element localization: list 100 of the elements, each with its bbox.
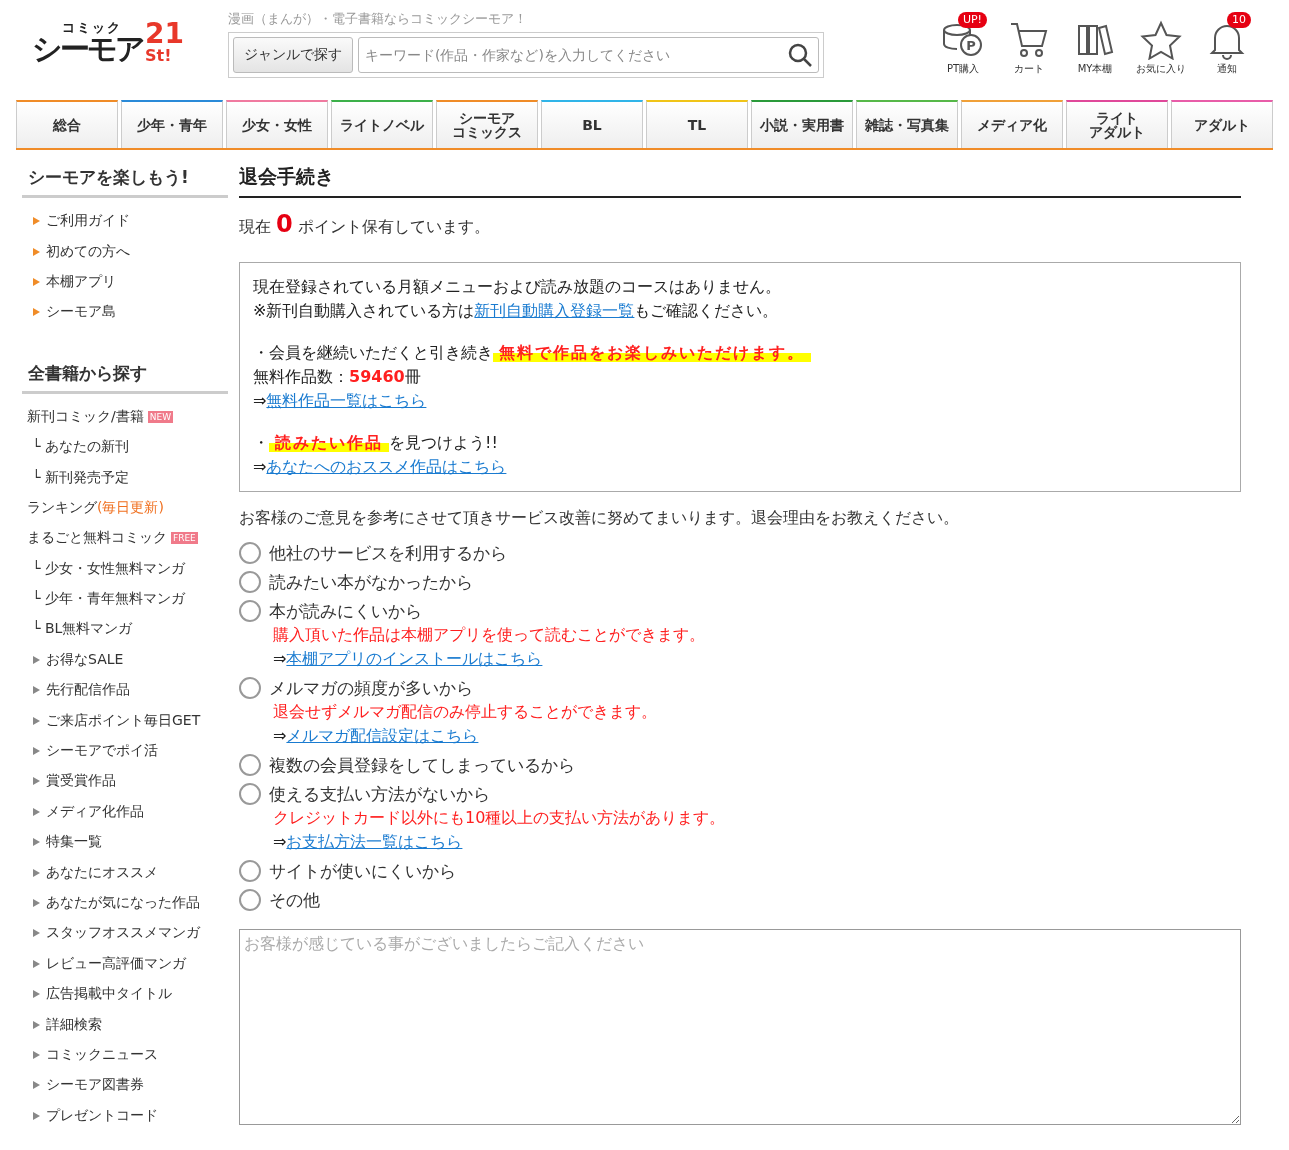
sidebar-link-text: 新刊コミック/書籍: [27, 407, 144, 426]
sidebar-link[interactable]: あなたが気になった作品: [22, 887, 228, 919]
radio-button[interactable]: [239, 542, 261, 564]
category-tab[interactable]: 少女・女性: [226, 100, 328, 148]
genre-button[interactable]: ジャンルで探す: [233, 37, 353, 73]
option-label: 本が読みにくいから: [269, 599, 422, 623]
radio-button[interactable]: [239, 860, 261, 882]
sidebar-link[interactable]: ランキング(毎日更新): [22, 492, 228, 524]
sidebar-heading: 全書籍から探す: [22, 361, 228, 394]
sidebar-link[interactable]: └ 少年・青年無料マンガ: [22, 583, 228, 615]
search-icon[interactable]: [787, 42, 813, 68]
radio-button[interactable]: [239, 754, 261, 776]
info-text: 現在登録されている月額メニューおよび読み放題のコースはありません。: [253, 276, 782, 298]
category-tab[interactable]: 小説・実用書: [751, 100, 853, 148]
sidebar-link[interactable]: スタッフオススメマンガ: [22, 918, 228, 949]
category-tab[interactable]: ライト アダルト: [1066, 100, 1168, 148]
reason-option[interactable]: メルマガの頻度が多いから: [239, 676, 1241, 700]
radio-button[interactable]: [239, 889, 261, 911]
option-label: 複数の会員登録をしてしまっているから: [269, 753, 575, 777]
triangle-icon: [32, 1111, 40, 1120]
radio-button[interactable]: [239, 600, 261, 622]
text-link[interactable]: あなたへのおススメ作品はこちら: [266, 457, 507, 476]
sidebar-link[interactable]: └ 少女・女性無料マンガ: [22, 553, 228, 584]
reason-option[interactable]: 複数の会員登録をしてしまっているから: [239, 753, 1241, 777]
triangle-icon: [32, 686, 40, 695]
info-text: ※新刊自動購入されている方は新刊自動購入登録一覧 もご確認ください。: [253, 300, 780, 322]
sidebar-link[interactable]: 詳細検索: [22, 1009, 228, 1040]
triangle-icon: [32, 716, 40, 725]
sidebar-link[interactable]: └ 新刊発売予定: [22, 462, 228, 493]
arrow-text: ⇒: [273, 832, 287, 851]
radio-button[interactable]: [239, 783, 261, 805]
radio-button[interactable]: [239, 677, 261, 699]
sidebar-link[interactable]: あなたにオススメ: [22, 857, 228, 888]
header-icon-link[interactable]: お気に入り: [1135, 12, 1187, 76]
prompt-text: お客様のご意見を参考にさせて頂きサービス改善に努めてまいります。退会理由をお教えください。: [239, 508, 960, 529]
text-link[interactable]: お支払方法一覧はこちら: [286, 832, 463, 851]
triangle-icon: [32, 777, 40, 786]
triangle-icon: [32, 990, 40, 999]
triangle-icon: [32, 868, 40, 877]
badge: NEW: [147, 410, 174, 423]
reason-option[interactable]: 読みたい本がなかったから: [239, 570, 1241, 594]
category-tab[interactable]: アダルト: [1171, 100, 1273, 148]
update-note: (毎日更新): [97, 498, 164, 517]
sidebar-link[interactable]: プレゼントコード: [22, 1100, 228, 1131]
tagline: 漫画（まんが）・電子書籍ならコミックシーモア！: [228, 10, 528, 28]
radio-button[interactable]: [239, 571, 261, 593]
sidebar-link[interactable]: レビュー高評価マンガ: [22, 948, 228, 979]
sidebar-link[interactable]: まるごと無料コミック FREE: [22, 523, 228, 554]
sidebar-link[interactable]: └ あなたの新刊: [22, 431, 228, 463]
header-icon-link[interactable]: MY本棚: [1069, 12, 1121, 76]
reason-option[interactable]: 使える支払い方法がないから: [239, 782, 1241, 806]
sidebar-link[interactable]: └ BL無料マンガ: [22, 614, 228, 645]
header-icon-link[interactable]: カート: [1003, 12, 1055, 76]
sidebar-link[interactable]: 賞受賞作品: [22, 766, 228, 797]
category-tab[interactable]: 雑誌・写真集: [856, 100, 958, 148]
text-link[interactable]: 新刊自動購入登録一覧: [474, 301, 635, 320]
option-label: サイトが使いにくいから: [269, 859, 456, 883]
header-icon-link[interactable]: 10 通知: [1201, 12, 1253, 76]
text-link[interactable]: メルマガ配信設定はこちら: [286, 726, 479, 745]
text-link[interactable]: 本棚アプリのインストールはこちら: [286, 649, 543, 668]
sidebar-link[interactable]: ご利用ガイド: [22, 206, 228, 237]
category-tab[interactable]: メディア化: [961, 100, 1063, 148]
triangle-icon: [32, 217, 40, 226]
reason-option[interactable]: 本が読みにくいから: [239, 599, 1241, 623]
sidebar-link[interactable]: 特集一覧: [22, 827, 228, 858]
sidebar-link[interactable]: 新刊コミック/書籍 NEW: [22, 401, 228, 432]
sidebar-link[interactable]: シーモア図書券: [22, 1070, 228, 1101]
reason-option[interactable]: 他社のサービスを利用するから: [239, 541, 1241, 565]
reason-option[interactable]: その他: [239, 888, 1241, 912]
category-tab[interactable]: 総合: [16, 100, 118, 148]
arrow-text: ⇒: [273, 726, 287, 745]
triangle-icon: [32, 247, 40, 256]
sidebar-link[interactable]: シーモア島: [22, 297, 228, 328]
search-field[interactable]: キーワード(作品・作家など)を入力してください: [358, 37, 819, 73]
category-tab[interactable]: ライトノベル: [331, 100, 433, 148]
triangle-icon: [32, 308, 40, 317]
sidebar-link[interactable]: 先行配信作品: [22, 675, 228, 706]
category-tab[interactable]: シーモア コミックス: [436, 100, 538, 148]
sidebar-link[interactable]: 初めての方へ: [22, 236, 228, 267]
sidebar-link[interactable]: ご来店ポイント毎日GET: [22, 705, 228, 736]
category-tab[interactable]: TL: [646, 100, 748, 148]
option-label: 使える支払い方法がないから: [269, 782, 490, 806]
triangle-icon: [32, 899, 40, 907]
sidebar-link[interactable]: 広告掲載中タイトル: [22, 979, 228, 1010]
sidebar-link-text: ランキング: [27, 498, 97, 517]
comment-field[interactable]: お客様が感じている事がございましたらご記入ください: [239, 929, 1241, 1125]
sidebar-link[interactable]: 本棚アプリ: [22, 266, 228, 298]
badge: FREE: [171, 532, 198, 545]
reason-option[interactable]: サイトが使いにくいから: [239, 859, 1241, 883]
sidebar-link[interactable]: お得なSALE: [22, 644, 228, 676]
triangle-icon: [32, 1020, 40, 1029]
arrow-text: ⇒: [273, 649, 287, 668]
category-tab[interactable]: 少年・青年: [121, 100, 223, 148]
triangle-icon: [32, 1081, 40, 1090]
sidebar-link[interactable]: コミックニュース: [22, 1039, 228, 1071]
text-link[interactable]: 無料作品一覧はこちら: [266, 391, 427, 410]
sidebar-link[interactable]: メディア化作品: [22, 796, 228, 828]
option-label: 他社のサービスを利用するから: [269, 541, 507, 565]
category-tab[interactable]: BL: [541, 100, 643, 148]
sidebar-link[interactable]: シーモアでポイ活: [22, 735, 228, 767]
